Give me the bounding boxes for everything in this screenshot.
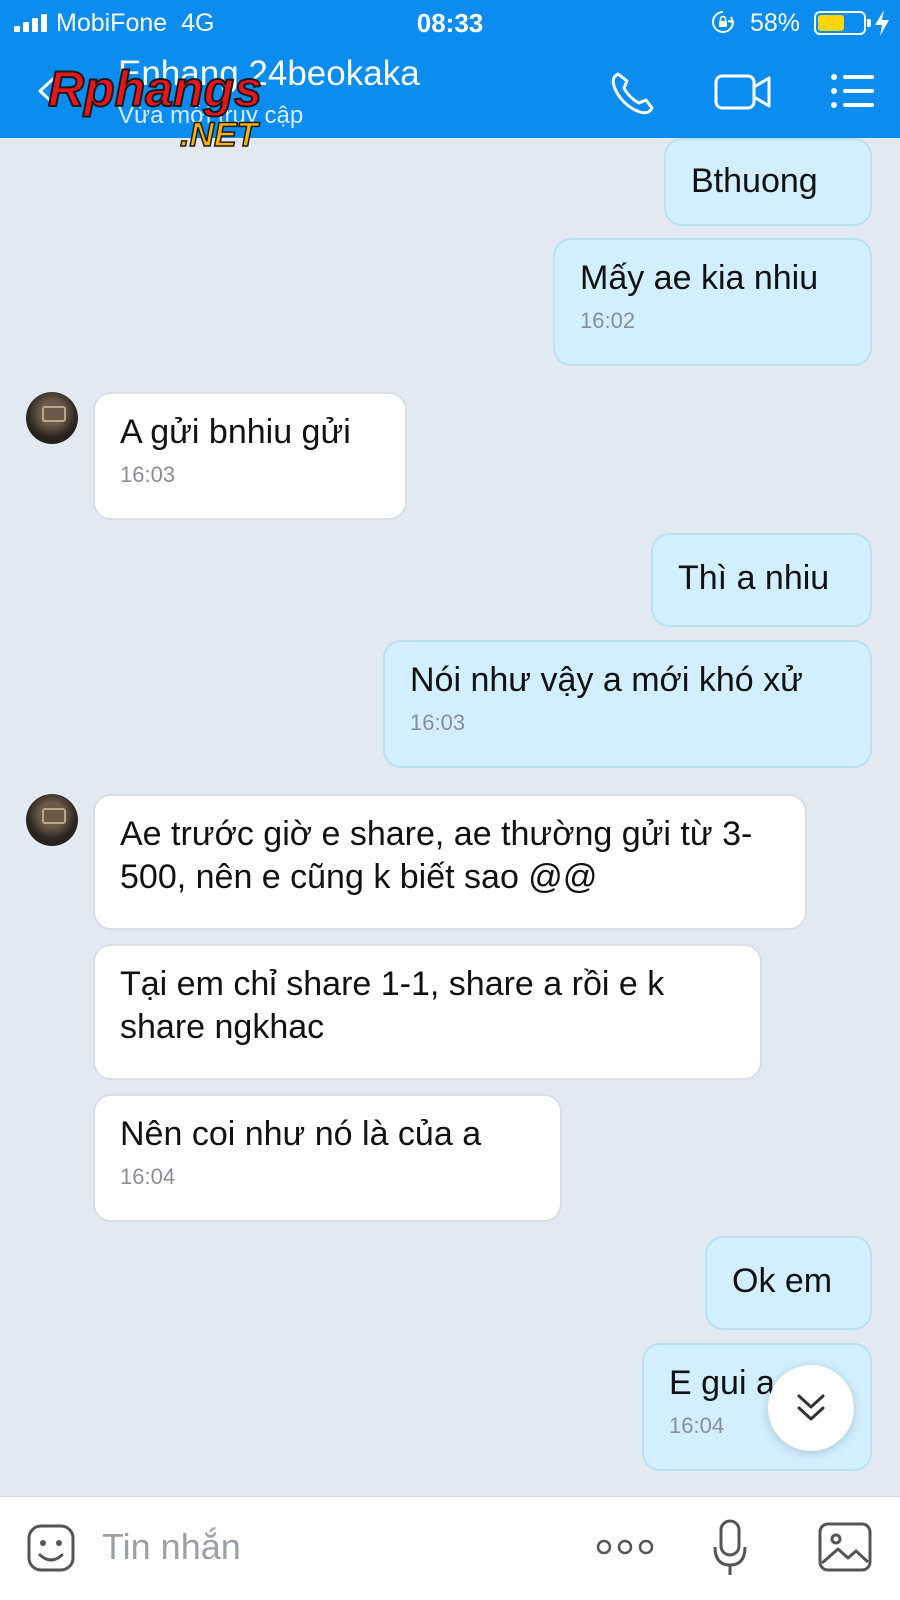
message-time: 16:03 bbox=[410, 710, 466, 735]
message-bubble-outgoing[interactable]: Nói như vậy a mới khó xử 16:03 bbox=[383, 640, 872, 768]
battery-percent: 58% bbox=[750, 9, 801, 37]
battery-icon bbox=[814, 11, 871, 35]
message-text: Bthuong bbox=[691, 162, 818, 200]
emoji-icon[interactable] bbox=[26, 1523, 76, 1573]
video-call-icon[interactable] bbox=[714, 70, 772, 114]
input-bar bbox=[0, 1496, 900, 1600]
message-bubble-incoming[interactable]: A gửi bnhiu gửi 16:03 bbox=[93, 392, 407, 520]
rotation-lock-icon bbox=[712, 11, 735, 33]
image-icon[interactable] bbox=[818, 1521, 872, 1573]
message-text: E gui a bbox=[669, 1364, 775, 1402]
message-time: 16:02 bbox=[580, 308, 636, 333]
message-input[interactable] bbox=[102, 1521, 562, 1573]
message-bubble-incoming[interactable]: Nên coi như nó là của a 16:04 bbox=[93, 1094, 562, 1222]
message-time: 16:03 bbox=[120, 462, 176, 487]
message-text: Ae trước giờ e share, ae thường gửi từ 3… bbox=[120, 815, 753, 896]
menu-icon[interactable] bbox=[830, 72, 876, 110]
charging-bolt-icon bbox=[875, 10, 889, 36]
avatar[interactable] bbox=[26, 392, 78, 444]
message-bubble-incoming[interactable]: Tại em chỉ share 1-1, share a rồi e k sh… bbox=[93, 944, 762, 1080]
message-time: 16:04 bbox=[120, 1164, 176, 1189]
microphone-icon[interactable] bbox=[712, 1519, 748, 1577]
message-text: Nên coi như nó là của a bbox=[120, 1115, 482, 1153]
message-bubble-incoming[interactable]: Ae trước giờ e share, ae thường gửi từ 3… bbox=[93, 794, 807, 930]
message-bubble-outgoing[interactable]: Mấy ae kia nhiu 16:02 bbox=[553, 238, 872, 366]
message-text: Mấy ae kia nhiu bbox=[580, 259, 819, 297]
battery-fill bbox=[818, 15, 844, 31]
message-text: Tại em chỉ share 1-1, share a rồi e k sh… bbox=[120, 965, 665, 1046]
scroll-to-bottom-button[interactable] bbox=[768, 1365, 854, 1451]
message-bubble-outgoing[interactable]: Thì a nhiu bbox=[651, 533, 872, 627]
message-text: A gửi bnhiu gửi bbox=[120, 413, 351, 451]
message-list[interactable]: Bthuong Mấy ae kia nhiu 16:02 A gửi bnhi… bbox=[0, 138, 900, 1496]
message-text: Ok em bbox=[732, 1262, 833, 1300]
svg-text:Rphangs: Rphangs bbox=[48, 61, 262, 117]
more-icon[interactable] bbox=[596, 1537, 654, 1557]
message-bubble-outgoing[interactable]: Bthuong bbox=[664, 138, 872, 226]
avatar[interactable] bbox=[26, 794, 78, 846]
message-text: Nói như vậy a mới khó xử bbox=[410, 661, 803, 699]
call-icon[interactable] bbox=[608, 70, 658, 116]
double-chevron-down-icon bbox=[797, 1394, 825, 1421]
top-bar: MobiFone 4G 08:33 58% Enhang 24beokaka V… bbox=[0, 0, 900, 154]
message-text: Thì a nhiu bbox=[678, 559, 830, 597]
status-bar: MobiFone 4G 08:33 58% bbox=[0, 0, 900, 44]
message-bubble-outgoing[interactable]: Ok em bbox=[705, 1236, 872, 1330]
